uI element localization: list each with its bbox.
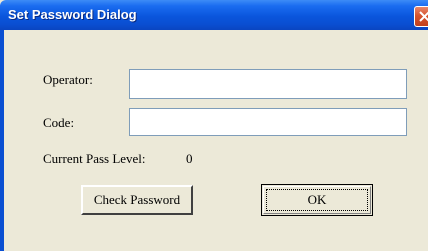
close-button[interactable] (414, 6, 428, 27)
code-input[interactable] (129, 108, 407, 136)
pass-level-value: 0 (186, 151, 193, 166)
operator-input[interactable] (129, 69, 407, 99)
set-password-dialog: Set Password Dialog Operator: Code: Curr… (0, 0, 428, 251)
ok-button-label: OK (266, 189, 368, 211)
check-password-button[interactable]: Check Password (81, 185, 193, 215)
window-title: Set Password Dialog (8, 7, 137, 22)
code-label: Code: (43, 115, 75, 130)
pass-level-label: Current Pass Level: (43, 151, 146, 166)
window-frame-left (0, 30, 4, 251)
ok-button[interactable]: OK (261, 184, 373, 216)
close-icon (419, 11, 428, 22)
title-bar[interactable]: Set Password Dialog (0, 0, 428, 30)
operator-label: Operator: (43, 72, 93, 87)
